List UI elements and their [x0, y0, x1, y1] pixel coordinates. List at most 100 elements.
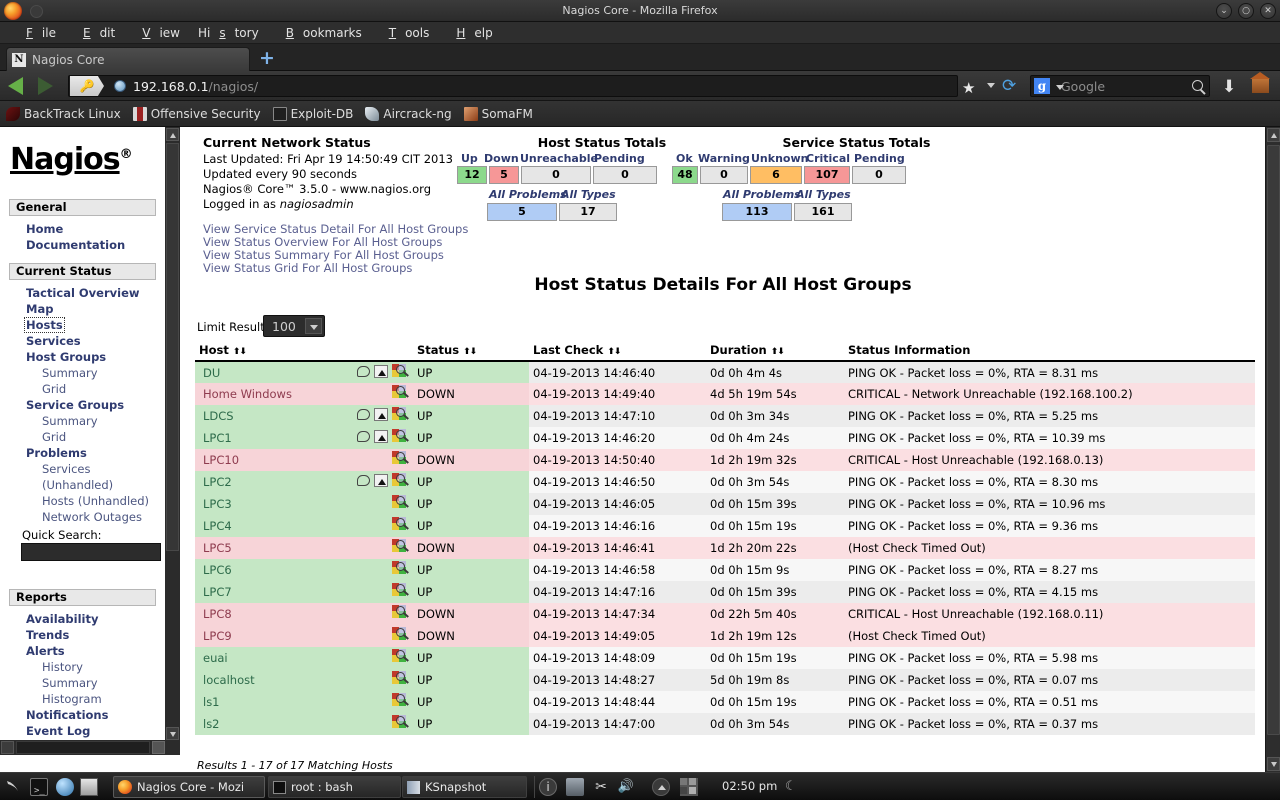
- table-row[interactable]: Home Windows DOWN 04-19-2013 14:49:40 4d 5h…: [195, 383, 1255, 405]
- limit-results-dropdown-button[interactable]: [305, 318, 322, 334]
- tab-nagios-core[interactable]: N Nagios Core: [6, 47, 250, 71]
- table-row[interactable]: ls1 UP 04-19-2013 14:48:44 0d 0h 15m 19s PIN…: [195, 691, 1255, 713]
- service-total-pending[interactable]: 0: [852, 166, 906, 184]
- sidebar-item-map[interactable]: Map: [26, 302, 53, 316]
- menu-history[interactable]: Hi s tory: [189, 25, 268, 41]
- cell-host[interactable]: localhost: [195, 669, 413, 691]
- host-link[interactable]: ls1: [203, 695, 220, 709]
- table-row[interactable]: LPC7 UP 04-19-2013 14:47:16 0d 0h 15m 39s PI…: [195, 581, 1255, 603]
- table-row[interactable]: LPC1 UP 04-19-2013 14:46:20 0d 0h 4m 24s PIN…: [195, 427, 1255, 449]
- sidebar-item-alerts[interactable]: Alerts: [26, 644, 65, 658]
- comment-icon[interactable]: [357, 474, 370, 486]
- home-icon[interactable]: [1250, 72, 1270, 93]
- sidebar-scroll-left-button[interactable]: [1, 741, 14, 754]
- pager-icon[interactable]: [680, 778, 698, 796]
- sort-icon[interactable]: ⬆⬇: [463, 347, 477, 357]
- link-service-status-detail[interactable]: View Service Status Detail For All Host …: [203, 222, 468, 236]
- host-detail-icon[interactable]: [392, 561, 409, 575]
- host-link[interactable]: ls2: [203, 717, 220, 731]
- column-header-status[interactable]: Status ⬆⬇: [413, 341, 529, 362]
- sidebar-item-notifications[interactable]: Notifications: [26, 708, 108, 722]
- table-row[interactable]: LPC5 DOWN 04-19-2013 14:46:41 1d 2h 20m 22s…: [195, 537, 1255, 559]
- link-status-summary[interactable]: View Status Summary For All Host Groups: [203, 248, 444, 262]
- close-button[interactable]: ✕: [1260, 3, 1276, 19]
- menu-help[interactable]: Help: [438, 25, 501, 41]
- host-detail-icon[interactable]: [392, 407, 409, 421]
- terminal-icon[interactable]: >_: [30, 778, 48, 796]
- menu-file[interactable]: File: [8, 25, 65, 41]
- table-row[interactable]: DU UP 04-19-2013 14:46:40 0d 0h 4m 4s PING O…: [195, 361, 1255, 383]
- sidebar-scroll-up-button[interactable]: [166, 128, 179, 141]
- sidebar-item-network-outages[interactable]: Network Outages: [42, 510, 142, 524]
- sidebar-vertical-scrollbar[interactable]: [165, 127, 180, 752]
- table-row[interactable]: LDCS UP 04-19-2013 14:47:10 0d 0h 3m 34s PIN…: [195, 405, 1255, 427]
- magnifier-icon[interactable]: [1192, 80, 1203, 91]
- sidebar-item-problems-services-unhandled[interactable]: (Unhandled): [42, 478, 113, 492]
- sidebar-item-documentation[interactable]: Documentation: [26, 238, 125, 252]
- host-detail-icon[interactable]: [392, 429, 409, 443]
- cell-host[interactable]: LPC6: [195, 559, 413, 581]
- forward-arrow-icon[interactable]: [38, 77, 53, 95]
- host-total-up[interactable]: 12: [457, 166, 487, 184]
- download-arrow-icon[interactable]: ⬇: [1222, 77, 1236, 97]
- sort-icon[interactable]: ⬆⬇: [233, 347, 247, 357]
- host-detail-icon[interactable]: [392, 539, 409, 553]
- menu-view[interactable]: View: [124, 25, 189, 41]
- link-status-grid[interactable]: View Status Grid For All Host Groups: [203, 261, 412, 275]
- sidebar-item-alerts-histogram[interactable]: Histogram: [42, 692, 102, 706]
- sort-icon[interactable]: ⬆⬇: [771, 347, 785, 357]
- cell-host[interactable]: euai: [195, 647, 413, 669]
- taskbar-task-ksnapshot[interactable]: KSnapshot: [402, 776, 527, 798]
- host-detail-icon[interactable]: [392, 671, 409, 685]
- service-total-ok[interactable]: 48: [672, 166, 698, 184]
- host-detail-icon[interactable]: [392, 649, 409, 663]
- host-detail-icon[interactable]: [392, 473, 409, 487]
- bookmark-aircrack-ng[interactable]: Aircrack-ng: [365, 106, 452, 121]
- host-link[interactable]: LDCS: [203, 409, 234, 423]
- nagios-logo[interactable]: Nagios®: [10, 142, 133, 177]
- cell-host[interactable]: ls2: [195, 713, 413, 735]
- acknowledgement-icon[interactable]: [374, 407, 388, 421]
- sort-icon[interactable]: ⬆⬇: [607, 347, 621, 357]
- host-link[interactable]: LPC10: [203, 453, 239, 467]
- scissors-icon[interactable]: ✂: [592, 778, 610, 796]
- cell-host[interactable]: ls1: [195, 691, 413, 713]
- sidebar-scroll-right-button[interactable]: [152, 741, 165, 754]
- key-icon[interactable]: 🔑: [70, 76, 104, 96]
- link-status-overview[interactable]: View Status Overview For All Host Groups: [203, 235, 442, 249]
- volume-icon[interactable]: 🔊: [617, 778, 635, 796]
- column-header-last-check[interactable]: Last Check ⬆⬇: [529, 341, 706, 362]
- scroll-thumb[interactable]: [1267, 145, 1280, 735]
- host-link[interactable]: LPC1: [203, 431, 232, 445]
- service-total-warning[interactable]: 0: [700, 166, 748, 184]
- notes-icon[interactable]: [80, 778, 98, 796]
- host-detail-icon[interactable]: [392, 495, 409, 509]
- search-engine-chevron-icon[interactable]: [1056, 85, 1064, 90]
- cell-host[interactable]: DU: [195, 361, 413, 383]
- chevron-down-icon[interactable]: [987, 83, 995, 88]
- cell-host[interactable]: LPC7: [195, 581, 413, 603]
- host-detail-icon[interactable]: [392, 715, 409, 729]
- sidebar-item-service-groups[interactable]: Service Groups: [26, 398, 124, 412]
- display-icon[interactable]: [566, 778, 584, 796]
- sidebar-item-problems-services[interactable]: Services: [42, 462, 91, 476]
- bookmark-offensive-security[interactable]: Offensive Security: [132, 106, 261, 121]
- host-detail-icon[interactable]: [392, 693, 409, 707]
- bookmark-exploit-db[interactable]: Exploit-DB: [272, 106, 353, 121]
- page-vertical-scrollbar[interactable]: [1265, 127, 1280, 772]
- comment-icon[interactable]: [357, 408, 370, 420]
- host-link[interactable]: LPC2: [203, 475, 232, 489]
- cell-host[interactable]: Home Windows: [195, 383, 413, 405]
- sidebar-item-host-groups[interactable]: Host Groups: [26, 350, 106, 364]
- table-row[interactable]: LPC10 DOWN 04-19-2013 14:50:40 1d 2h 19m 32…: [195, 449, 1255, 471]
- service-total-unknown[interactable]: 6: [750, 166, 802, 184]
- table-row[interactable]: euai UP 04-19-2013 14:48:09 0d 0h 15m 19s PI…: [195, 647, 1255, 669]
- comment-icon[interactable]: [357, 430, 370, 442]
- menu-edit[interactable]: Edit: [65, 25, 124, 41]
- host-detail-icon[interactable]: [392, 364, 409, 378]
- host-link[interactable]: euai: [203, 651, 228, 665]
- cell-host[interactable]: LPC2: [195, 471, 413, 493]
- table-row[interactable]: LPC2 UP 04-19-2013 14:46:50 0d 0h 3m 54s PIN…: [195, 471, 1255, 493]
- back-arrow-icon[interactable]: [8, 77, 23, 95]
- sidebar-item-host-groups-grid[interactable]: Grid: [42, 382, 66, 396]
